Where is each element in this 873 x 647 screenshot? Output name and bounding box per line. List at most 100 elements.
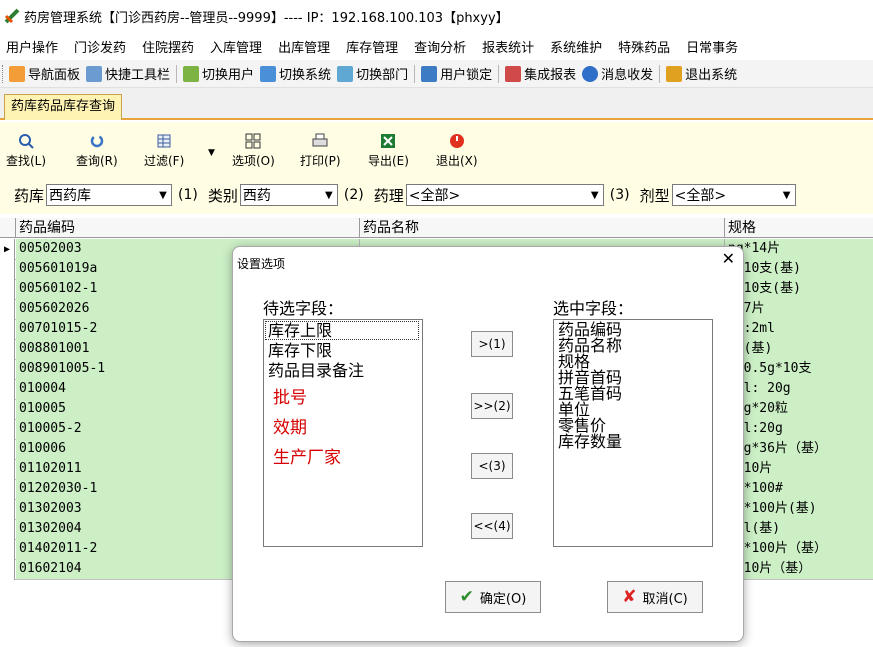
selected-field-item[interactable]: 库存数量 bbox=[558, 433, 622, 450]
switch-system-button[interactable]: 切换系统 bbox=[260, 64, 331, 83]
current-row-indicator-icon[interactable]: ▶ bbox=[0, 239, 15, 260]
options-button[interactable]: 选项(O) bbox=[232, 132, 275, 169]
row-selector[interactable] bbox=[0, 299, 15, 320]
cell-spec[interactable]: ng:2ml bbox=[725, 319, 873, 339]
toolbar-grip[interactable] bbox=[2, 64, 5, 83]
switch-user-button[interactable]: 切换用户 bbox=[183, 64, 254, 83]
chevron-down-icon: ▼ bbox=[159, 189, 167, 201]
integrated-report-icon bbox=[505, 65, 522, 82]
cell-spec[interactable]: 0ml(基) bbox=[725, 519, 873, 539]
row-selector[interactable] bbox=[0, 279, 15, 300]
pharmacology-select[interactable]: <全部> ▼ bbox=[405, 184, 604, 206]
messages-label: 消息收发 bbox=[601, 68, 654, 83]
find-button[interactable]: 查找(L) bbox=[6, 132, 46, 169]
column-header-drug-name[interactable]: 药品名称 bbox=[360, 218, 725, 238]
quick-toolbar: 导航面板 快捷工具栏 切换用户 切换系统 切换部门 用户锁定 集成报表 消息收发… bbox=[0, 60, 873, 88]
row-selector[interactable] bbox=[0, 359, 15, 380]
available-fields-list[interactable]: 库存上限 库存下限 药品目录备注 批号 效期 生产厂家 bbox=[263, 319, 423, 547]
integrated-report-button[interactable]: 集成报表 bbox=[505, 64, 576, 83]
row-selector[interactable] bbox=[0, 319, 15, 340]
menu-stock-out[interactable]: 出库管理 bbox=[278, 37, 330, 56]
title-bar: 药房管理系统【门诊西药房--管理员--9999】---- IP：192.168.… bbox=[0, 0, 873, 32]
ok-button[interactable]: ✔ 确定(O) bbox=[445, 581, 541, 613]
exit-button[interactable]: 退出(X) bbox=[436, 132, 478, 169]
menu-daily-affairs[interactable]: 日常事务 bbox=[686, 37, 738, 56]
cell-spec[interactable]: g*10片 bbox=[725, 459, 873, 479]
cell-spec[interactable]: ng*100片（基） bbox=[725, 539, 873, 559]
grid-header: 药品编码 药品名称 规格 bbox=[0, 218, 873, 238]
cell-spec[interactable]: 0ml: 20g bbox=[725, 379, 873, 399]
category-select[interactable]: 西药 ▼ bbox=[239, 184, 338, 206]
available-field-item[interactable]: 库存下限 bbox=[268, 342, 332, 359]
menu-system-maintenance[interactable]: 系统维护 bbox=[550, 37, 602, 56]
filter-dropdown-arrow-icon[interactable]: ▼ bbox=[208, 148, 215, 158]
filter-button[interactable]: 过滤(F) bbox=[144, 132, 184, 169]
close-icon[interactable]: ✕ bbox=[722, 249, 735, 268]
row-selector[interactable] bbox=[0, 559, 15, 580]
category-label: 类别 bbox=[207, 186, 238, 205]
cell-spec[interactable]: g*10支(基) bbox=[725, 279, 873, 299]
menu-user-ops[interactable]: 用户操作 bbox=[6, 37, 58, 56]
available-field-item[interactable]: 药品目录备注 bbox=[268, 362, 364, 379]
messages-button[interactable]: 消息收发 bbox=[582, 64, 653, 83]
row-selector[interactable] bbox=[0, 459, 15, 480]
row-selector[interactable] bbox=[0, 379, 15, 400]
menu-inventory[interactable]: 库存管理 bbox=[346, 37, 398, 56]
cell-spec[interactable]: 0ml:20g bbox=[725, 419, 873, 439]
row-selector[interactable] bbox=[0, 439, 15, 460]
store-select[interactable]: 西药库 ▼ bbox=[46, 184, 173, 206]
cell-spec[interactable]: ng*14片 bbox=[725, 239, 873, 259]
column-header-spec[interactable]: 规格 bbox=[725, 218, 873, 238]
query-button[interactable]: 查询(R) bbox=[76, 132, 118, 169]
row-selector[interactable] bbox=[0, 399, 15, 420]
tab-drug-inventory-query[interactable]: 药库药品库存查询 bbox=[4, 94, 123, 120]
row-selector[interactable] bbox=[0, 419, 15, 440]
menu-outpatient-dispense[interactable]: 门诊发药 bbox=[74, 37, 126, 56]
cell-spec[interactable]: ng*100片(基) bbox=[725, 499, 873, 519]
cell-spec[interactable]: g*10支(基) bbox=[725, 259, 873, 279]
document-tab-strip: 药库药品库存查询 bbox=[0, 88, 873, 120]
print-label: 打印(P) bbox=[300, 154, 341, 168]
exit-system-button[interactable]: 退出系统 bbox=[666, 64, 737, 83]
row-selector[interactable] bbox=[0, 519, 15, 540]
remove-field-button[interactable]: <(3) bbox=[471, 453, 513, 479]
row-selector[interactable] bbox=[0, 339, 15, 360]
cell-spec[interactable]: 15g*20粒 bbox=[725, 399, 873, 419]
available-field-item[interactable]: 生产厂家 bbox=[273, 450, 341, 467]
add-all-fields-button[interactable]: >>(2) bbox=[471, 393, 513, 419]
chevron-down-icon: ▼ bbox=[590, 189, 599, 201]
cell-spec[interactable]: g*7片 bbox=[725, 299, 873, 319]
available-field-item[interactable]: 批号 bbox=[273, 390, 307, 407]
menu-inpatient-dispense[interactable]: 住院摆药 bbox=[142, 37, 194, 56]
row-selector[interactable] bbox=[0, 539, 15, 560]
export-button[interactable]: 导出(E) bbox=[368, 132, 409, 169]
menu-reports[interactable]: 报表统计 bbox=[482, 37, 534, 56]
cell-spec[interactable]: 2g*100# bbox=[725, 479, 873, 499]
user-lock-button[interactable]: 用户锁定 bbox=[421, 64, 492, 83]
nav-panel-label: 导航面板 bbox=[28, 68, 81, 83]
available-field-item[interactable]: 库存上限 bbox=[265, 321, 419, 340]
remove-all-fields-button[interactable]: <<(4) bbox=[471, 513, 513, 539]
cell-spec[interactable]: 0U(基) bbox=[725, 339, 873, 359]
add-field-button[interactable]: >(1) bbox=[471, 331, 513, 357]
cell-spec[interactable]: 45g*36片（基） bbox=[725, 439, 873, 459]
dosage-form-select[interactable]: <全部> ▼ bbox=[671, 184, 796, 206]
cell-spec[interactable]: g*10片（基） bbox=[725, 559, 873, 579]
nav-panel-button[interactable]: 导航面板 bbox=[9, 64, 80, 83]
switch-dept-icon bbox=[337, 65, 354, 82]
quick-toolbar-button[interactable]: 快捷工具栏 bbox=[86, 64, 170, 83]
row-selector[interactable] bbox=[0, 259, 15, 280]
selected-fields-list[interactable]: 药品编码 药品名称 规格 拼音首码 五笔首码 单位 零售价 库存数量 bbox=[553, 319, 713, 547]
row-selector[interactable] bbox=[0, 479, 15, 500]
column-header-drug-code[interactable]: 药品编码 bbox=[16, 218, 360, 238]
menu-query-analysis[interactable]: 查询分析 bbox=[414, 37, 466, 56]
available-field-item[interactable]: 效期 bbox=[273, 420, 307, 437]
menu-special-drugs[interactable]: 特殊药品 bbox=[618, 37, 670, 56]
row-selector[interactable] bbox=[0, 499, 15, 520]
dosage-form-select-value: <全部> bbox=[674, 188, 727, 204]
print-button[interactable]: 打印(P) bbox=[300, 132, 341, 169]
menu-stock-in[interactable]: 入库管理 bbox=[210, 37, 262, 56]
cell-spec[interactable]: 1:0.5g*10支 bbox=[725, 359, 873, 379]
cancel-button[interactable]: ✘ 取消(C) bbox=[607, 581, 703, 613]
switch-dept-button[interactable]: 切换部门 bbox=[337, 64, 408, 83]
